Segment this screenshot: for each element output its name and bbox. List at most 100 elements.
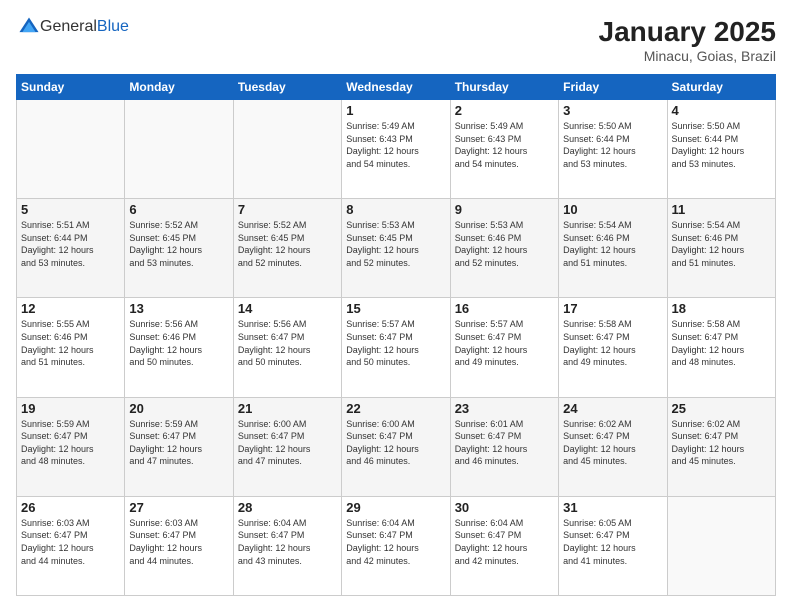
weekday-header-row: SundayMondayTuesdayWednesdayThursdayFrid… — [17, 75, 776, 100]
day-number: 18 — [672, 301, 771, 316]
day-number: 14 — [238, 301, 337, 316]
day-number: 6 — [129, 202, 228, 217]
day-number: 24 — [563, 401, 662, 416]
day-info: Sunrise: 5:54 AM Sunset: 6:46 PM Dayligh… — [563, 219, 662, 269]
day-info: Sunrise: 6:05 AM Sunset: 6:47 PM Dayligh… — [563, 517, 662, 567]
day-info: Sunrise: 5:53 AM Sunset: 6:45 PM Dayligh… — [346, 219, 445, 269]
day-info: Sunrise: 5:53 AM Sunset: 6:46 PM Dayligh… — [455, 219, 554, 269]
title-section: January 2025 Minacu, Goias, Brazil — [599, 16, 776, 64]
day-cell: 24 Sunrise: 6:02 AM Sunset: 6:47 PM Dayli… — [559, 397, 667, 496]
day-cell: 13 Sunrise: 5:56 AM Sunset: 6:46 PM Dayli… — [125, 298, 233, 397]
week-row-1: 5 Sunrise: 5:51 AM Sunset: 6:44 PM Daylig… — [17, 199, 776, 298]
day-info: Sunrise: 6:04 AM Sunset: 6:47 PM Dayligh… — [238, 517, 337, 567]
day-info: Sunrise: 6:04 AM Sunset: 6:47 PM Dayligh… — [455, 517, 554, 567]
day-cell: 6 Sunrise: 5:52 AM Sunset: 6:45 PM Daylig… — [125, 199, 233, 298]
day-info: Sunrise: 6:02 AM Sunset: 6:47 PM Dayligh… — [563, 418, 662, 468]
day-cell: 11 Sunrise: 5:54 AM Sunset: 6:46 PM Dayli… — [667, 199, 775, 298]
day-number: 7 — [238, 202, 337, 217]
day-cell: 10 Sunrise: 5:54 AM Sunset: 6:46 PM Dayli… — [559, 199, 667, 298]
day-cell: 21 Sunrise: 6:00 AM Sunset: 6:47 PM Dayli… — [233, 397, 341, 496]
logo: GeneralBlue — [16, 16, 129, 38]
weekday-thursday: Thursday — [450, 75, 558, 100]
day-cell: 12 Sunrise: 5:55 AM Sunset: 6:46 PM Dayli… — [17, 298, 125, 397]
day-cell: 22 Sunrise: 6:00 AM Sunset: 6:47 PM Dayli… — [342, 397, 450, 496]
day-info: Sunrise: 5:50 AM Sunset: 6:44 PM Dayligh… — [672, 120, 771, 170]
day-info: Sunrise: 5:52 AM Sunset: 6:45 PM Dayligh… — [238, 219, 337, 269]
day-number: 3 — [563, 103, 662, 118]
day-number: 25 — [672, 401, 771, 416]
day-number: 19 — [21, 401, 120, 416]
logo-icon — [18, 16, 40, 38]
day-number: 29 — [346, 500, 445, 515]
weekday-tuesday: Tuesday — [233, 75, 341, 100]
day-cell: 8 Sunrise: 5:53 AM Sunset: 6:45 PM Daylig… — [342, 199, 450, 298]
day-cell — [17, 100, 125, 199]
day-number: 23 — [455, 401, 554, 416]
day-info: Sunrise: 5:57 AM Sunset: 6:47 PM Dayligh… — [346, 318, 445, 368]
day-cell: 2 Sunrise: 5:49 AM Sunset: 6:43 PM Daylig… — [450, 100, 558, 199]
day-info: Sunrise: 6:00 AM Sunset: 6:47 PM Dayligh… — [346, 418, 445, 468]
day-number: 10 — [563, 202, 662, 217]
day-info: Sunrise: 5:56 AM Sunset: 6:46 PM Dayligh… — [129, 318, 228, 368]
day-info: Sunrise: 6:03 AM Sunset: 6:47 PM Dayligh… — [129, 517, 228, 567]
week-row-0: 1Sunrise: 5:49 AM Sunset: 6:43 PM Daylig… — [17, 100, 776, 199]
day-info: Sunrise: 5:59 AM Sunset: 6:47 PM Dayligh… — [21, 418, 120, 468]
day-number: 2 — [455, 103, 554, 118]
logo-blue: Blue — [97, 18, 129, 35]
day-cell — [233, 100, 341, 199]
day-number: 21 — [238, 401, 337, 416]
day-number: 11 — [672, 202, 771, 217]
day-cell: 27Sunrise: 6:03 AM Sunset: 6:47 PM Dayli… — [125, 496, 233, 595]
day-number: 12 — [21, 301, 120, 316]
week-row-3: 19 Sunrise: 5:59 AM Sunset: 6:47 PM Dayli… — [17, 397, 776, 496]
day-info: Sunrise: 5:49 AM Sunset: 6:43 PM Dayligh… — [455, 120, 554, 170]
day-number: 13 — [129, 301, 228, 316]
day-cell: 9 Sunrise: 5:53 AM Sunset: 6:46 PM Daylig… — [450, 199, 558, 298]
day-info: Sunrise: 6:00 AM Sunset: 6:47 PM Dayligh… — [238, 418, 337, 468]
day-cell — [667, 496, 775, 595]
day-cell: 14 Sunrise: 5:56 AM Sunset: 6:47 PM Dayli… — [233, 298, 341, 397]
location: Minacu, Goias, Brazil — [599, 48, 776, 64]
day-info: Sunrise: 5:52 AM Sunset: 6:45 PM Dayligh… — [129, 219, 228, 269]
weekday-monday: Monday — [125, 75, 233, 100]
day-number: 9 — [455, 202, 554, 217]
day-info: Sunrise: 5:57 AM Sunset: 6:47 PM Dayligh… — [455, 318, 554, 368]
day-cell: 25 Sunrise: 6:02 AM Sunset: 6:47 PM Dayli… — [667, 397, 775, 496]
day-number: 16 — [455, 301, 554, 316]
day-info: Sunrise: 5:54 AM Sunset: 6:46 PM Dayligh… — [672, 219, 771, 269]
day-info: Sunrise: 6:02 AM Sunset: 6:47 PM Dayligh… — [672, 418, 771, 468]
weekday-wednesday: Wednesday — [342, 75, 450, 100]
day-number: 8 — [346, 202, 445, 217]
day-number: 5 — [21, 202, 120, 217]
day-cell: 17Sunrise: 5:58 AM Sunset: 6:47 PM Dayli… — [559, 298, 667, 397]
day-info: Sunrise: 5:56 AM Sunset: 6:47 PM Dayligh… — [238, 318, 337, 368]
calendar-table: SundayMondayTuesdayWednesdayThursdayFrid… — [16, 74, 776, 596]
day-info: Sunrise: 5:51 AM Sunset: 6:44 PM Dayligh… — [21, 219, 120, 269]
day-cell: 29 Sunrise: 6:04 AM Sunset: 6:47 PM Dayli… — [342, 496, 450, 595]
day-cell: 15 Sunrise: 5:57 AM Sunset: 6:47 PM Dayli… — [342, 298, 450, 397]
day-number: 31 — [563, 500, 662, 515]
day-cell: 4Sunrise: 5:50 AM Sunset: 6:44 PM Daylig… — [667, 100, 775, 199]
day-cell: 30 Sunrise: 6:04 AM Sunset: 6:47 PM Dayli… — [450, 496, 558, 595]
day-info: Sunrise: 6:03 AM Sunset: 6:47 PM Dayligh… — [21, 517, 120, 567]
day-info: Sunrise: 5:55 AM Sunset: 6:46 PM Dayligh… — [21, 318, 120, 368]
day-number: 15 — [346, 301, 445, 316]
day-cell — [125, 100, 233, 199]
weekday-friday: Friday — [559, 75, 667, 100]
weekday-sunday: Sunday — [17, 75, 125, 100]
day-number: 26 — [21, 500, 120, 515]
day-cell: 5 Sunrise: 5:51 AM Sunset: 6:44 PM Daylig… — [17, 199, 125, 298]
day-number: 22 — [346, 401, 445, 416]
day-info: Sunrise: 5:50 AM Sunset: 6:44 PM Dayligh… — [563, 120, 662, 170]
day-cell: 16 Sunrise: 5:57 AM Sunset: 6:47 PM Dayli… — [450, 298, 558, 397]
week-row-2: 12 Sunrise: 5:55 AM Sunset: 6:46 PM Dayli… — [17, 298, 776, 397]
day-number: 28 — [238, 500, 337, 515]
day-info: Sunrise: 6:04 AM Sunset: 6:47 PM Dayligh… — [346, 517, 445, 567]
logo-text: GeneralBlue — [40, 18, 129, 36]
day-info: Sunrise: 5:58 AM Sunset: 6:47 PM Dayligh… — [672, 318, 771, 368]
week-row-4: 26 Sunrise: 6:03 AM Sunset: 6:47 PM Dayli… — [17, 496, 776, 595]
day-cell: 7 Sunrise: 5:52 AM Sunset: 6:45 PM Daylig… — [233, 199, 341, 298]
page: GeneralBlue January 2025 Minacu, Goias, … — [0, 0, 792, 612]
day-number: 30 — [455, 500, 554, 515]
day-info: Sunrise: 5:49 AM Sunset: 6:43 PM Dayligh… — [346, 120, 445, 170]
